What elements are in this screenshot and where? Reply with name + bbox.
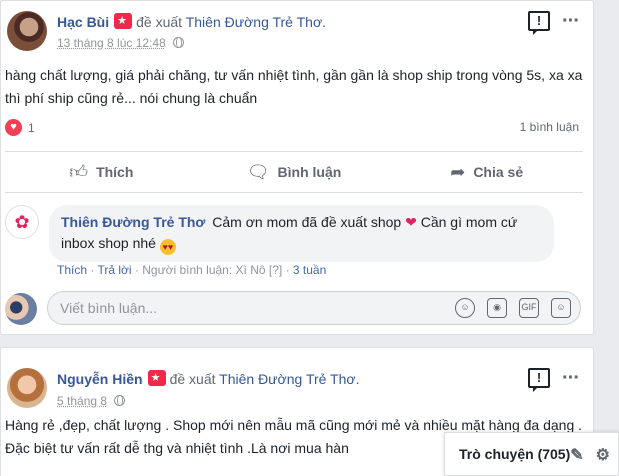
emoji-icon[interactable]: ☺	[455, 298, 475, 318]
post-actions-bar: 👍︎ Thích 🗨︎ Bình luận ➦ Chia sẻ	[5, 151, 583, 193]
author-name-link[interactable]: Nguyễn Hiền	[57, 371, 143, 387]
globe-icon	[114, 395, 126, 406]
thumbs-up-icon: 👍︎	[69, 162, 89, 182]
speech-bubble-icon: 🗨︎	[246, 161, 270, 182]
globe-icon	[173, 37, 185, 48]
comment-label: Bình luận	[277, 164, 342, 180]
comment-bubble: Thiên Đường Trẻ Thơ Cảm ơn mom đã đề xuấ…	[49, 205, 554, 262]
recommend-text: đề xuất	[169, 371, 216, 387]
page-name-link[interactable]: Thiên Đường Trẻ Thơ.	[219, 371, 359, 387]
comment-text-part1: Cảm ơn mom đã đề xuất shop	[212, 214, 402, 230]
comment-like-link[interactable]: Thích	[57, 263, 87, 277]
post-meta: 5 tháng 8	[57, 394, 126, 408]
post-title-line: Nguyễn Hiền đề xuất Thiên Đường Trẻ Thơ.	[57, 370, 359, 387]
author-name-link[interactable]: Hạc Bùi	[57, 14, 109, 30]
reactions-summary[interactable]: ♥ 1	[5, 119, 35, 136]
more-options-icon[interactable]: ···	[562, 11, 580, 31]
composer-tools: ☺ ◉ GIF ☺	[455, 298, 571, 318]
post-text: hàng chất lượng, giá phải chăng, tư vấn …	[5, 67, 583, 106]
recommend-icon	[114, 13, 133, 29]
page-avatar[interactable]: ✿	[5, 205, 39, 239]
post-timestamp[interactable]: 13 tháng 8 lúc 12:48	[57, 36, 166, 50]
comment-count-link[interactable]: 1 bình luận	[520, 120, 579, 134]
reaction-count: 1	[28, 120, 35, 135]
comment-age-link[interactable]: 3 tuần	[293, 263, 326, 277]
camera-icon[interactable]: ◉	[487, 298, 507, 318]
post-header: Hạc Bùi đề xuất Thiên Đường Trẻ Thơ. 13 t…	[7, 9, 587, 57]
new-message-icon[interactable]: ✎	[570, 445, 583, 465]
chat-sidebar-bar[interactable]: Trò chuyện (705) ✎ ⚙	[444, 432, 619, 476]
commenter-label: Người bình luận: Xì Nô	[142, 263, 266, 277]
comment-meta: Thích · Trả lời · Người bình luận: Xì Nô…	[57, 263, 327, 277]
author-avatar[interactable]	[7, 11, 47, 51]
post-header-actions: ! ···	[528, 11, 580, 35]
chat-bar-actions: ✎ ⚙	[570, 445, 610, 465]
sticker-icon[interactable]: ☺	[551, 298, 571, 318]
recommend-icon	[147, 370, 166, 386]
chat-label: Trò chuyện (705)	[459, 446, 571, 462]
gif-icon[interactable]: GIF	[519, 298, 539, 318]
post-title-line: Hạc Bùi đề xuất Thiên Đường Trẻ Thơ.	[57, 13, 326, 30]
comment-reply-link[interactable]: Trả lời	[97, 263, 131, 277]
author-avatar[interactable]	[7, 368, 47, 408]
comment-item: ✿ Thiên Đường Trẻ Thơ Cảm ơn mom đã đề x…	[5, 201, 585, 281]
heart-emoji-icon: ❤	[405, 214, 417, 230]
share-arrow-icon: ➦	[450, 161, 466, 182]
recommend-text: đề xuất	[136, 14, 183, 30]
post-header-actions: ! ···	[528, 368, 580, 392]
heart-eyes-emoji-icon: ♥♥	[159, 239, 176, 255]
like-button[interactable]: 👍︎ Thích	[5, 152, 198, 192]
share-button[interactable]: ➦ Chia sẻ	[390, 152, 583, 192]
gear-icon[interactable]: ⚙	[596, 445, 610, 465]
more-options-icon[interactable]: ···	[562, 368, 580, 388]
post-meta: 13 tháng 8 lúc 12:48	[57, 36, 185, 50]
like-label: Thích	[96, 164, 134, 180]
post-header: Nguyễn Hiềnđề xuất Thiên Đường Trẻ Thơ. …	[7, 356, 587, 408]
share-label: Chia sẻ	[473, 164, 524, 180]
post-card: Hạc Bùiđề xuất Thiên Đường Trẻ Thơ. 13 t…	[0, 0, 594, 335]
current-user-avatar	[5, 293, 37, 325]
comment-composer: Viết bình luận... ☺ ◉ GIF ☺	[5, 291, 585, 327]
comment-author-link[interactable]: Thiên Đường Trẻ Thơ	[61, 214, 205, 230]
comment-button[interactable]: 🗨︎ Bình luận	[198, 152, 391, 192]
heart-icon: ♥	[5, 119, 22, 136]
page-name-link[interactable]: Thiên Đường Trẻ Thơ.	[186, 14, 326, 30]
post-timestamp[interactable]: 5 tháng 8	[57, 394, 107, 408]
report-icon[interactable]: !	[528, 11, 551, 35]
info-icon: [?]	[268, 263, 283, 277]
report-icon[interactable]: !	[528, 368, 551, 392]
